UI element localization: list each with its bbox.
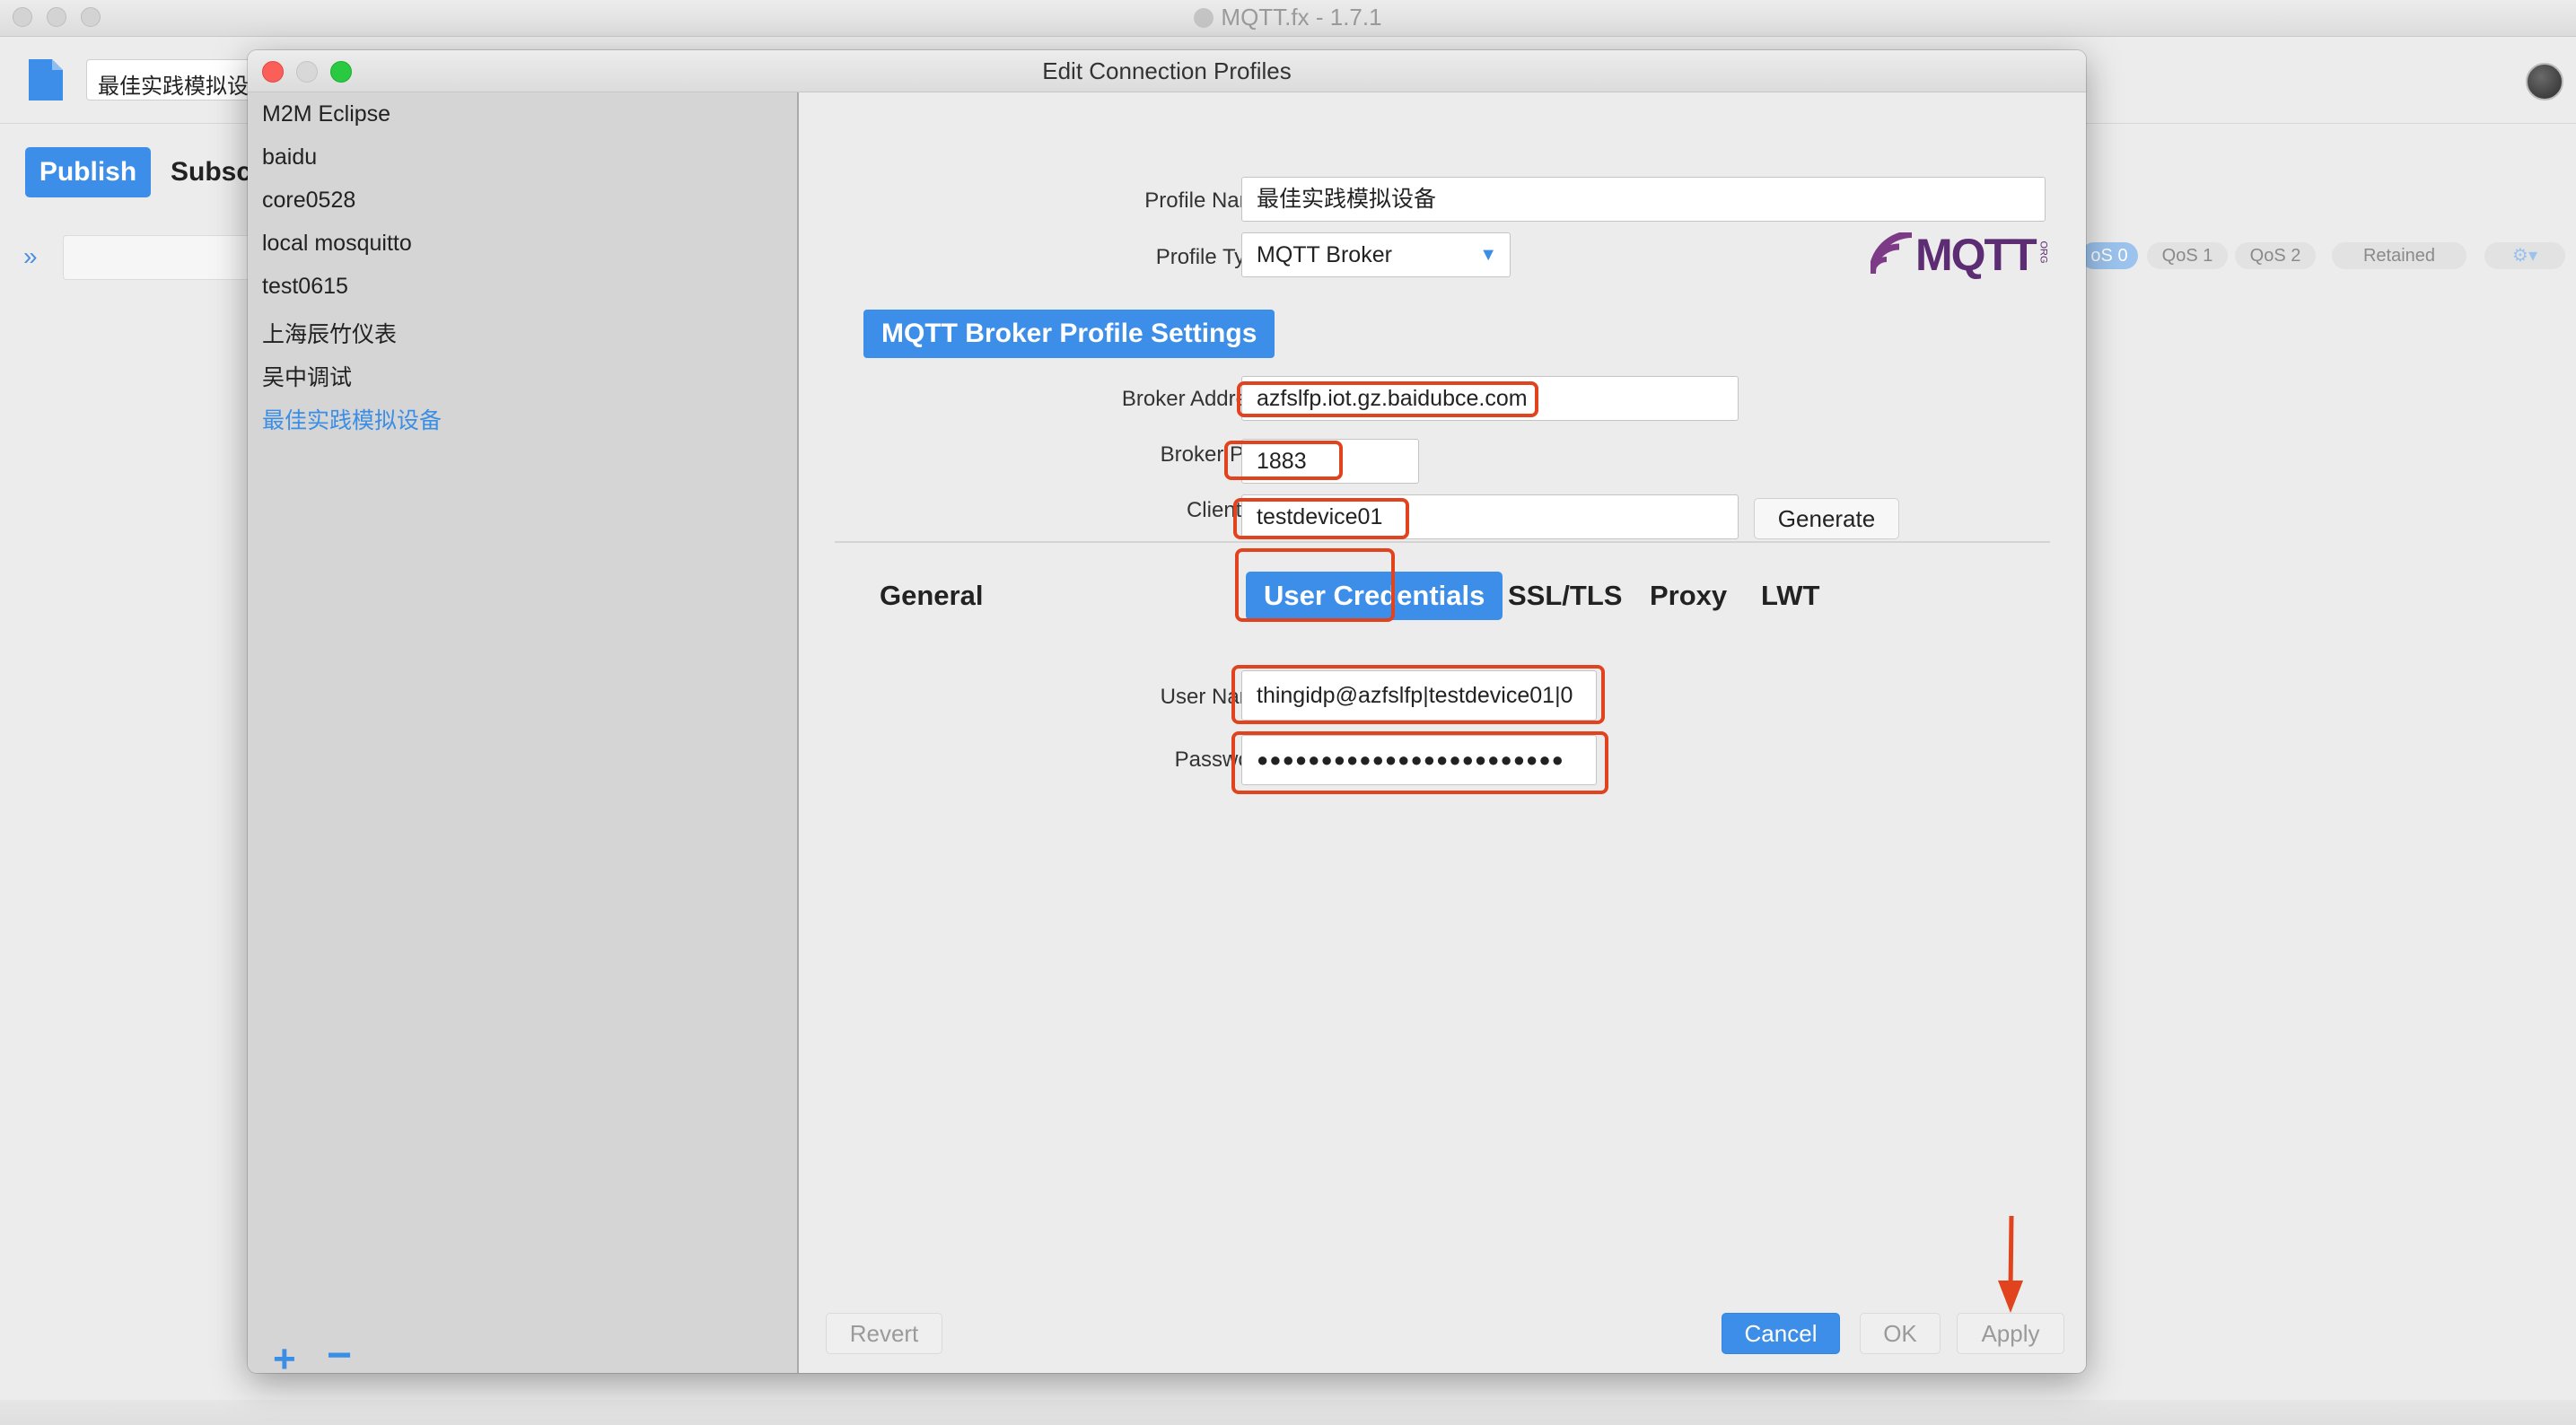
list-item[interactable]: local mosquitto xyxy=(262,231,412,257)
tab-proxy[interactable]: Proxy xyxy=(1650,572,1727,620)
broker-port-input[interactable]: 1883 xyxy=(1241,439,1419,484)
apply-button[interactable]: Apply xyxy=(1957,1313,2064,1354)
main-window-title: MQTT.fx - 1.7.1 xyxy=(0,4,2576,31)
list-item[interactable]: M2M Eclipse xyxy=(262,101,390,127)
profile-name-input[interactable]: 最佳实践模拟设备 xyxy=(1241,177,2046,222)
list-item[interactable]: test0615 xyxy=(262,274,348,300)
tab-user-credentials[interactable]: User Credentials xyxy=(1246,572,1503,620)
profile-type-select[interactable]: MQTT Broker ▼ xyxy=(1241,232,1511,277)
qos2-button[interactable]: QoS 2 xyxy=(2235,242,2316,269)
list-item[interactable]: baidu xyxy=(262,144,317,170)
user-name-input[interactable]: thingidp@azfslfp|testdevice01|0 xyxy=(1241,670,1597,721)
arrow-down-icon xyxy=(1998,1215,2023,1313)
tab-lwt[interactable]: LWT xyxy=(1761,572,1819,620)
topic-input[interactable] xyxy=(63,235,260,280)
chevron-down-icon: ▼ xyxy=(1479,245,1497,265)
remove-profile-icon[interactable]: − xyxy=(327,1334,352,1374)
list-item[interactable]: 上海辰竹仪表 xyxy=(262,317,397,349)
divider xyxy=(835,541,2050,543)
edit-connection-profiles-dialog: Edit Connection Profiles M2M Eclipse bai… xyxy=(248,50,2086,1373)
list-item-selected[interactable]: 最佳实践模拟设备 xyxy=(262,403,442,435)
client-id-input[interactable]: testdevice01 xyxy=(1241,494,1739,539)
revert-button[interactable]: Revert xyxy=(826,1313,942,1354)
mqtt-logo-org: ORG xyxy=(2037,240,2049,264)
mqtt-waves-icon xyxy=(1871,232,1913,275)
tab-general[interactable]: General xyxy=(880,572,983,620)
tab-ssl-tls[interactable]: SSL/TLS xyxy=(1508,572,1622,620)
qos1-button[interactable]: QoS 1 xyxy=(2147,242,2228,269)
dialog-titlebar: Edit Connection Profiles xyxy=(248,50,2086,92)
section-heading: MQTT Broker Profile Settings xyxy=(863,310,1275,358)
retained-button[interactable]: Retained xyxy=(2332,242,2466,269)
generate-button[interactable]: Generate xyxy=(1754,498,1899,539)
tab-publish[interactable]: Publish xyxy=(25,147,151,197)
qos0-button[interactable]: oS 0 xyxy=(2081,242,2138,269)
profile-type-value: MQTT Broker xyxy=(1257,242,1392,267)
list-item[interactable]: core0528 xyxy=(262,188,355,214)
settings-dropdown-icon[interactable]: ⚙▾ xyxy=(2484,242,2565,269)
password-input[interactable]: ●●●●●●●●●●●●●●●●●●●●●●●● xyxy=(1241,735,1597,785)
app-logo-icon xyxy=(1194,8,1214,28)
connection-profile-combo[interactable]: 最佳实践模拟设 xyxy=(86,59,266,101)
mqtt-logo-text: MQTT xyxy=(1915,230,2037,280)
profile-settings-panel: Profile Name 最佳实践模拟设备 Profile Type MQTT … xyxy=(799,92,2086,1373)
dialog-title: Edit Connection Profiles xyxy=(1042,57,1292,84)
add-profile-icon[interactable]: + xyxy=(273,1340,296,1374)
cancel-button[interactable]: Cancel xyxy=(1722,1313,1840,1354)
connection-status-icon xyxy=(2526,63,2563,101)
broker-address-input[interactable]: azfslfp.iot.gz.baidubce.com xyxy=(1241,376,1739,421)
expand-chevron-icon[interactable]: » xyxy=(23,242,38,271)
document-icon[interactable] xyxy=(27,57,65,102)
mqtt-org-logo: MQTT ORG xyxy=(1871,229,2050,280)
list-item[interactable]: 吴中调试 xyxy=(262,360,352,392)
main-window-bottom xyxy=(0,1400,2576,1425)
profiles-list[interactable]: M2M Eclipse baidu core0528 local mosquit… xyxy=(248,92,799,1373)
ok-button[interactable]: OK xyxy=(1860,1313,1941,1354)
main-window-titlebar: MQTT.fx - 1.7.1 xyxy=(0,0,2576,37)
main-title-text: MQTT.fx - 1.7.1 xyxy=(1221,4,1382,31)
